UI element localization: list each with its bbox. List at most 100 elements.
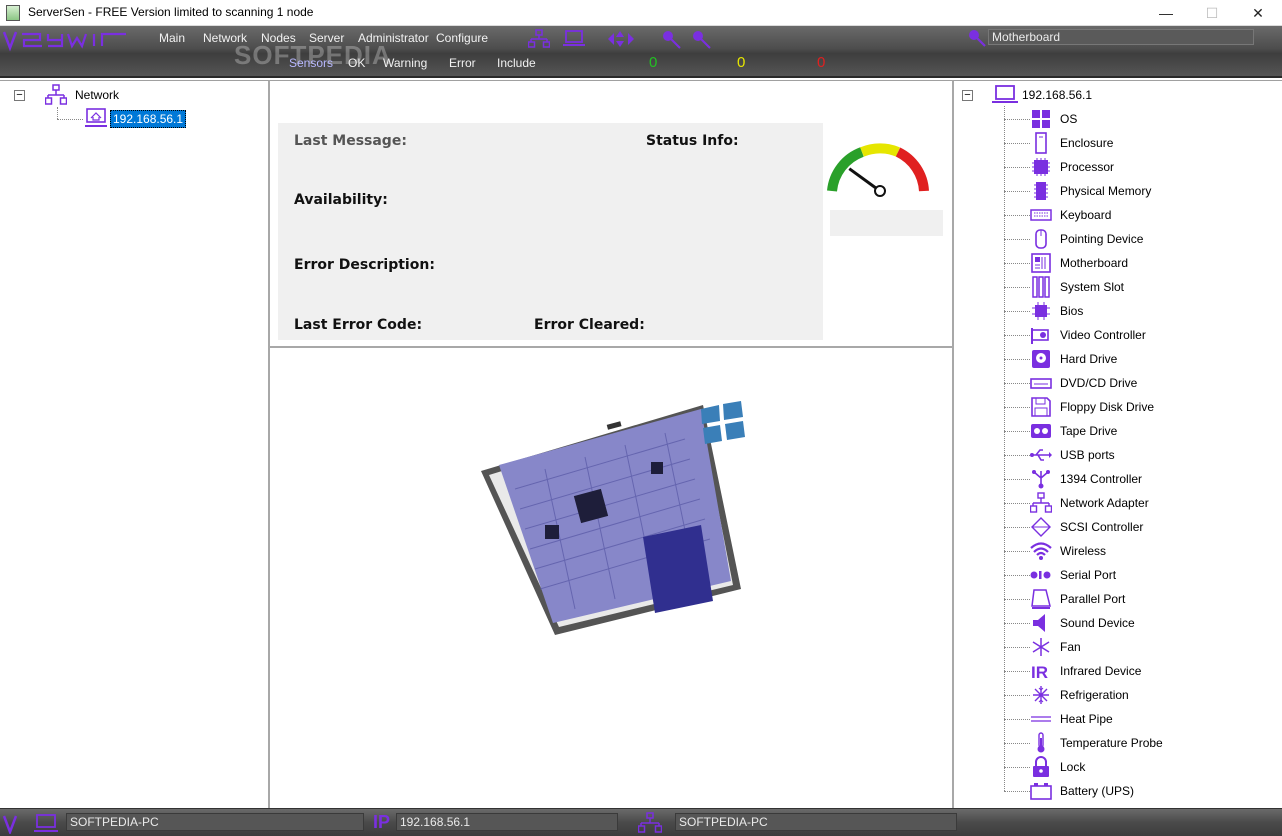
server-name-field: SOFTPEDIA-PC <box>675 813 957 831</box>
keyboard-icon <box>1030 209 1052 221</box>
fan-icon <box>1032 638 1050 656</box>
gauge-red-segment <box>895 147 929 192</box>
hardware-item-parallel-port[interactable]: Parallel Port <box>1060 592 1125 606</box>
hardware-item-battery[interactable]: Battery (UPS) <box>1060 784 1134 798</box>
tree-connector <box>1004 479 1030 480</box>
hardware-item-motherboard[interactable]: Motherboard <box>1060 256 1128 270</box>
tree-connector <box>1004 671 1030 672</box>
computer-home-icon <box>85 108 107 127</box>
hard-drive-icon <box>1032 350 1050 368</box>
system-slot-icon <box>1032 276 1050 298</box>
menu-nodes[interactable]: Nodes <box>261 31 296 45</box>
tab-error[interactable]: Error <box>449 56 476 70</box>
hardware-item-lock[interactable]: Lock <box>1060 760 1085 774</box>
hardware-item-hard-drive[interactable]: Hard Drive <box>1060 352 1117 366</box>
hardware-item-system-slot[interactable]: System Slot <box>1060 280 1124 294</box>
menu-administrator[interactable]: Administrator <box>358 31 429 45</box>
hardware-item-usb[interactable]: USB ports <box>1060 448 1115 462</box>
hardware-tree-root[interactable]: 192.168.56.1 <box>1022 88 1092 102</box>
tree-connector <box>1004 791 1030 792</box>
hardware-item-dvd-drive[interactable]: DVD/CD Drive <box>1060 376 1137 390</box>
hardware-item-keyboard[interactable]: Keyboard <box>1060 208 1111 222</box>
motherboard-icon <box>1031 253 1051 273</box>
processor-icon <box>1032 158 1050 176</box>
error-cleared-label: Error Cleared: <box>534 317 645 333</box>
refrigeration-icon <box>1033 686 1049 704</box>
enclosure-icon <box>1035 132 1047 154</box>
tree-connector <box>1004 215 1030 216</box>
hardware-item-serial-port[interactable]: Serial Port <box>1060 568 1116 582</box>
probe-alt-icon[interactable] <box>690 29 712 49</box>
tree-connector <box>57 107 58 119</box>
device-preview-panel <box>270 349 952 808</box>
tree-node-network[interactable]: Network <box>75 88 119 102</box>
menu-main[interactable]: Main <box>159 31 185 45</box>
tab-warning[interactable]: Warning <box>383 56 427 70</box>
lock-icon <box>1033 756 1049 777</box>
battery-icon <box>1030 783 1052 800</box>
hardware-item-refrigeration[interactable]: Refrigeration <box>1060 688 1129 702</box>
tree-connector <box>1004 143 1030 144</box>
hardware-item-scsi[interactable]: SCSI Controller <box>1060 520 1143 534</box>
hardware-item-os[interactable]: OS <box>1060 112 1077 126</box>
tree-connector <box>1004 263 1030 264</box>
mouse-icon <box>1035 229 1047 249</box>
tree-connector <box>1004 287 1030 288</box>
hardware-item-memory[interactable]: Physical Memory <box>1060 184 1151 198</box>
hardware-item-infrared[interactable]: Infrared Device <box>1060 664 1141 678</box>
hardware-item-floppy[interactable]: Floppy Disk Drive <box>1060 400 1154 414</box>
ok-count: 0 <box>649 54 658 71</box>
tree-connector <box>1004 191 1030 192</box>
wireless-icon <box>1030 542 1052 560</box>
menu-configure[interactable]: Configure <box>436 31 488 45</box>
hardware-item-mouse[interactable]: Pointing Device <box>1060 232 1143 246</box>
tree-connector <box>1004 551 1030 552</box>
hardware-item-thermometer[interactable]: Temperature Probe <box>1060 736 1163 750</box>
heat-pipe-icon <box>1031 716 1051 722</box>
menu-server[interactable]: Server <box>309 31 344 45</box>
network-icon[interactable] <box>528 29 550 49</box>
hardware-item-wireless[interactable]: Wireless <box>1060 544 1106 558</box>
hardware-item-network-adapter[interactable]: Network Adapter <box>1060 496 1149 510</box>
hardware-item-processor[interactable]: Processor <box>1060 160 1114 174</box>
tree-node-host[interactable]: 192.168.56.1 <box>110 110 187 128</box>
probe-icon[interactable] <box>660 29 682 49</box>
last-message-label: Last Message: <box>294 133 407 149</box>
navigate-arrows-icon[interactable] <box>606 29 644 49</box>
search-input[interactable]: Motherboard <box>988 29 1254 45</box>
title-bar: ServerSen - FREE Version limited to scan… <box>0 0 1282 26</box>
hardware-tree-panel: − 192.168.56.1 OS Enclosure Processor Physi… <box>952 80 1282 808</box>
tree-collapse-toggle[interactable]: − <box>14 90 25 101</box>
tape-drive-icon <box>1031 424 1051 438</box>
close-button[interactable]: ✕ <box>1235 0 1281 26</box>
tab-sensors[interactable]: Sensors <box>289 56 333 70</box>
menu-network[interactable]: Network <box>203 31 247 45</box>
computer-icon[interactable] <box>563 29 585 49</box>
hardware-item-enclosure[interactable]: Enclosure <box>1060 136 1113 150</box>
minimize-button[interactable]: — <box>1143 0 1189 26</box>
tree-connector <box>1004 167 1030 168</box>
tree-connector <box>1004 335 1030 336</box>
tree-connector <box>1004 743 1030 744</box>
tree-connector <box>57 119 83 120</box>
hardware-tree-collapse-toggle[interactable]: − <box>962 90 973 101</box>
hardware-item-firewire[interactable]: 1394 Controller <box>1060 472 1142 486</box>
status-info-panel: Last Message: Status Info: Availability:… <box>270 80 952 348</box>
thermometer-icon <box>1037 732 1045 753</box>
hardware-item-bios[interactable]: Bios <box>1060 304 1083 318</box>
tab-ok[interactable]: OK <box>348 56 365 70</box>
status-value-box <box>830 210 943 236</box>
tree-connector <box>1004 647 1030 648</box>
hardware-item-sound[interactable]: Sound Device <box>1060 616 1135 630</box>
hardware-item-heat-pipe[interactable]: Heat Pipe <box>1060 712 1113 726</box>
hardware-item-tape-drive[interactable]: Tape Drive <box>1060 424 1117 438</box>
hardware-item-video-controller[interactable]: Video Controller <box>1060 328 1146 342</box>
usb-icon <box>1030 449 1052 461</box>
tree-connector <box>1004 527 1030 528</box>
app-logo-icon <box>2 31 126 52</box>
tab-include[interactable]: Include <box>497 56 536 70</box>
tree-connector <box>1004 359 1030 360</box>
hardware-item-fan[interactable]: Fan <box>1060 640 1081 654</box>
maximize-button[interactable]: ☐ <box>1189 0 1235 26</box>
ip-label: IP <box>373 812 391 832</box>
